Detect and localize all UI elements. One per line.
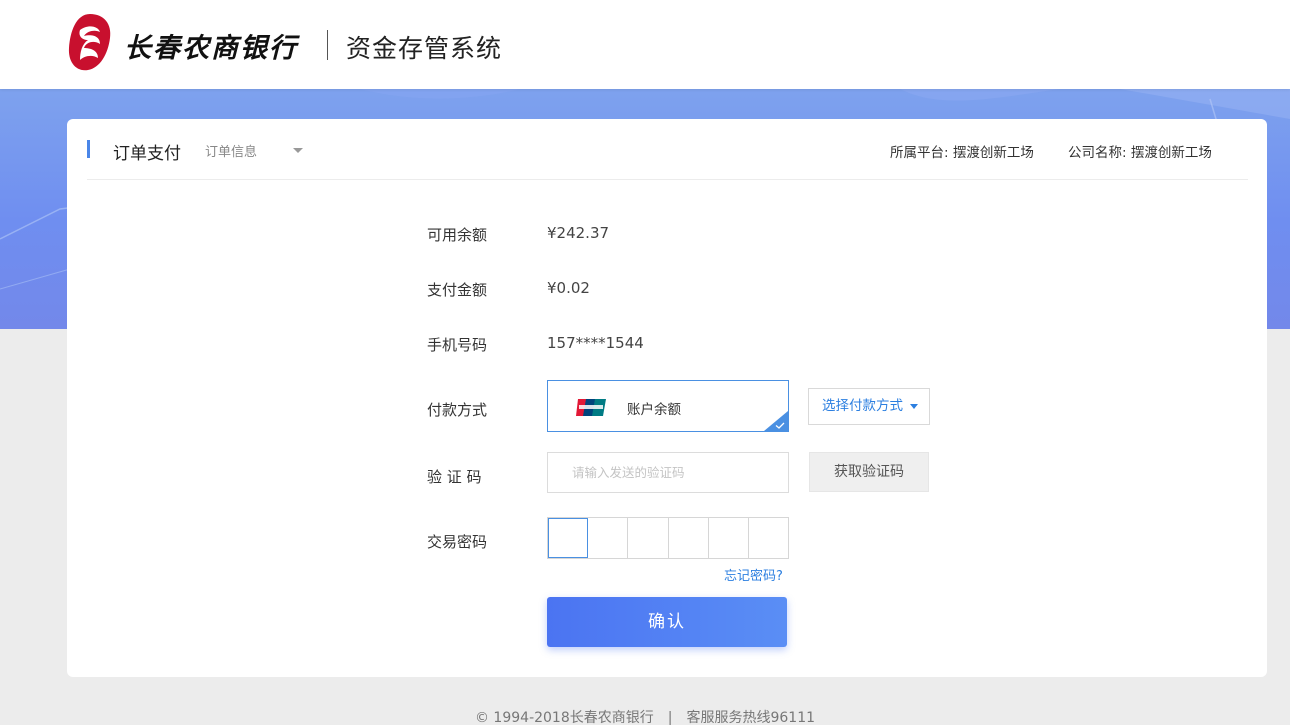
available-balance-label: 可用余额: [427, 226, 488, 244]
payment-amount-value: ¥0.02: [547, 279, 590, 297]
forgot-password-link[interactable]: 忘记密码?: [724, 565, 783, 584]
phone-value: 157****1544: [547, 334, 644, 352]
password-digit[interactable]: [588, 518, 629, 558]
password-digit[interactable]: [668, 518, 709, 558]
card-header: 订单支付 订单信息 所属平台: 摆渡创新工场 公司名称: 摆渡创新工场: [87, 119, 1248, 180]
password-digit[interactable]: [548, 518, 589, 558]
payment-method-option[interactable]: 账户余额: [547, 380, 789, 432]
verification-code-input[interactable]: [547, 452, 789, 493]
unionpay-icon: [576, 399, 606, 416]
phone-label: 手机号码: [427, 336, 488, 354]
site-footer: © 1994-2018长春农商银行 | 客服服务热线96111: [0, 707, 1290, 725]
payment-method-text: 账户余额: [627, 402, 681, 418]
password-digit[interactable]: [628, 518, 669, 558]
choose-payment-method-button[interactable]: 选择付款方式: [808, 388, 930, 425]
hotline-text: 客服服务热线96111: [686, 710, 816, 725]
trade-password-input[interactable]: [547, 517, 789, 559]
password-digit[interactable]: [708, 518, 749, 558]
title-accent-bar: [87, 140, 90, 158]
trade-password-label: 交易密码: [427, 533, 488, 551]
system-name: 资金存管系统: [346, 34, 503, 63]
available-balance-value: ¥242.37: [547, 224, 610, 242]
copyright-text: © 1994-2018长春农商银行: [474, 710, 654, 725]
order-info-toggle[interactable]: 订单信息: [205, 141, 257, 160]
bank-logo-icon: [68, 14, 111, 71]
verification-code-label: 验 证 码: [427, 468, 482, 486]
company-info: 公司名称: 摆渡创新工场: [1068, 145, 1212, 161]
get-code-button[interactable]: 获取验证码: [809, 452, 929, 492]
payment-card: 订单支付 订单信息 所属平台: 摆渡创新工场 公司名称: 摆渡创新工场 可用余额…: [67, 119, 1267, 677]
page-title: 订单支付: [113, 144, 181, 164]
platform-info: 所属平台: 摆渡创新工场: [890, 145, 1034, 161]
payment-method-label: 付款方式: [427, 401, 488, 419]
header-divider: [327, 30, 328, 60]
brand-name: 长春农商银行: [124, 33, 298, 64]
choose-payment-method-label: 选择付款方式: [822, 398, 903, 414]
caret-down-icon: [910, 404, 918, 409]
check-icon: [775, 422, 785, 429]
site-header: 长春农商银行 资金存管系统: [0, 0, 1290, 89]
chevron-down-icon[interactable]: [293, 148, 303, 153]
confirm-button[interactable]: 确认: [547, 597, 787, 647]
payment-amount-label: 支付金额: [427, 281, 488, 299]
footer-separator: |: [667, 710, 673, 725]
password-digit[interactable]: [748, 518, 789, 558]
